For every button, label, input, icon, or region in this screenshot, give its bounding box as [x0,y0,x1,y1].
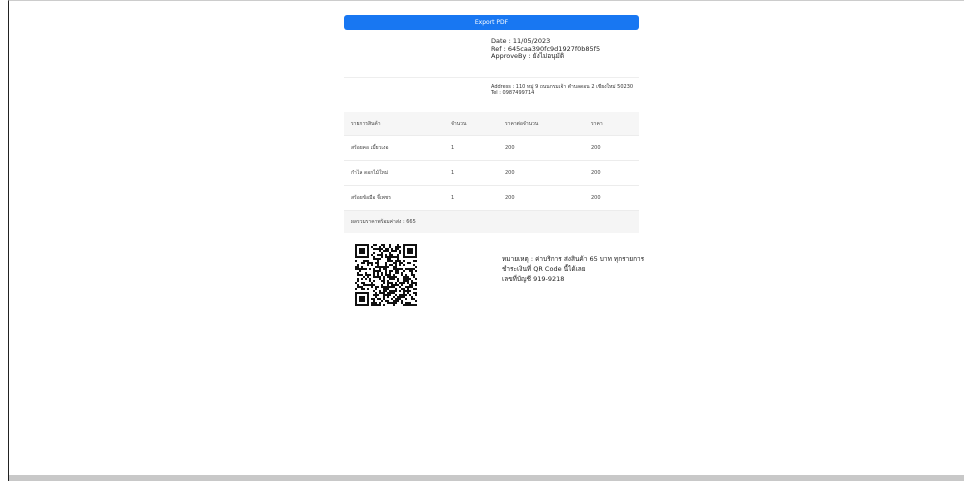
column-header-price: ราคา [591,112,639,136]
column-header-item: รายการสินค้า [344,112,451,136]
contact-info: Address : 110 หมู่ 9 ถนนกรมเจ้า ตำบลดอน … [491,84,646,96]
cell-price: 200 [591,135,639,161]
cell-price: 200 [591,160,639,186]
table-row: สร้อยคอ เมี้ยวเงอ 1 200 200 [344,135,639,161]
horizontal-scrollbar[interactable] [9,475,964,481]
table-header-row: รายการสินค้า จำนวน ราคาต่อจำนวน ราคา [344,112,639,136]
cell-unit-price: 200 [505,160,591,186]
cell-qty: 1 [451,135,505,161]
table-row: กำไล ดอกไม้ใหม่ 1 200 200 [344,160,639,186]
cell-qty: 1 [451,185,505,211]
page-frame [8,0,964,481]
cell-item: สร้อยคอ เมี้ยวเงอ [344,135,451,161]
note-line: ชำระเงินที่ QR Code นี้ได้เลย [502,265,586,273]
note-line: หมายเหตุ : ค่าบริการ ส่งสินค้า 65 บาท ทุ… [502,255,645,263]
payment-note: หมายเหตุ : ค่าบริการ ส่งสินค้า 65 บาท ทุ… [502,254,644,284]
contact-tel: Tel : 0987499714 [491,90,535,96]
divider [344,77,639,78]
table-total-row: ผลรวมราคาพร้อมค่าส่ง : 665 [344,210,639,233]
qr-code-image [355,244,417,306]
cell-price: 200 [591,185,639,211]
table-row: สร้อยข้อมือ จี้เพชร 1 200 200 [344,185,639,211]
column-header-qty: จำนวน [451,112,505,136]
export-pdf-button[interactable]: Export PDF [344,15,639,30]
column-header-unit-price: ราคาต่อจำนวน [505,112,591,136]
payment-qr-code [355,244,417,306]
cell-item: สร้อยข้อมือ จี้เพชร [344,185,451,211]
cell-item: กำไล ดอกไม้ใหม่ [344,160,451,186]
order-items-table: รายการสินค้า จำนวน ราคาต่อจำนวน ราคา สร้… [344,112,639,233]
order-approve-status: ApproveBy : ยังไม่อนุมัติ [491,52,565,60]
note-line: เลขที่บัญชี 919-9218 [502,275,565,283]
total-price: ผลรวมราคาพร้อมค่าส่ง : 665 [344,210,639,233]
cell-unit-price: 200 [505,135,591,161]
cell-unit-price: 200 [505,185,591,211]
cell-qty: 1 [451,160,505,186]
order-info: Date : 11/05/2023 Ref : 645caa390fc9d192… [491,37,600,61]
